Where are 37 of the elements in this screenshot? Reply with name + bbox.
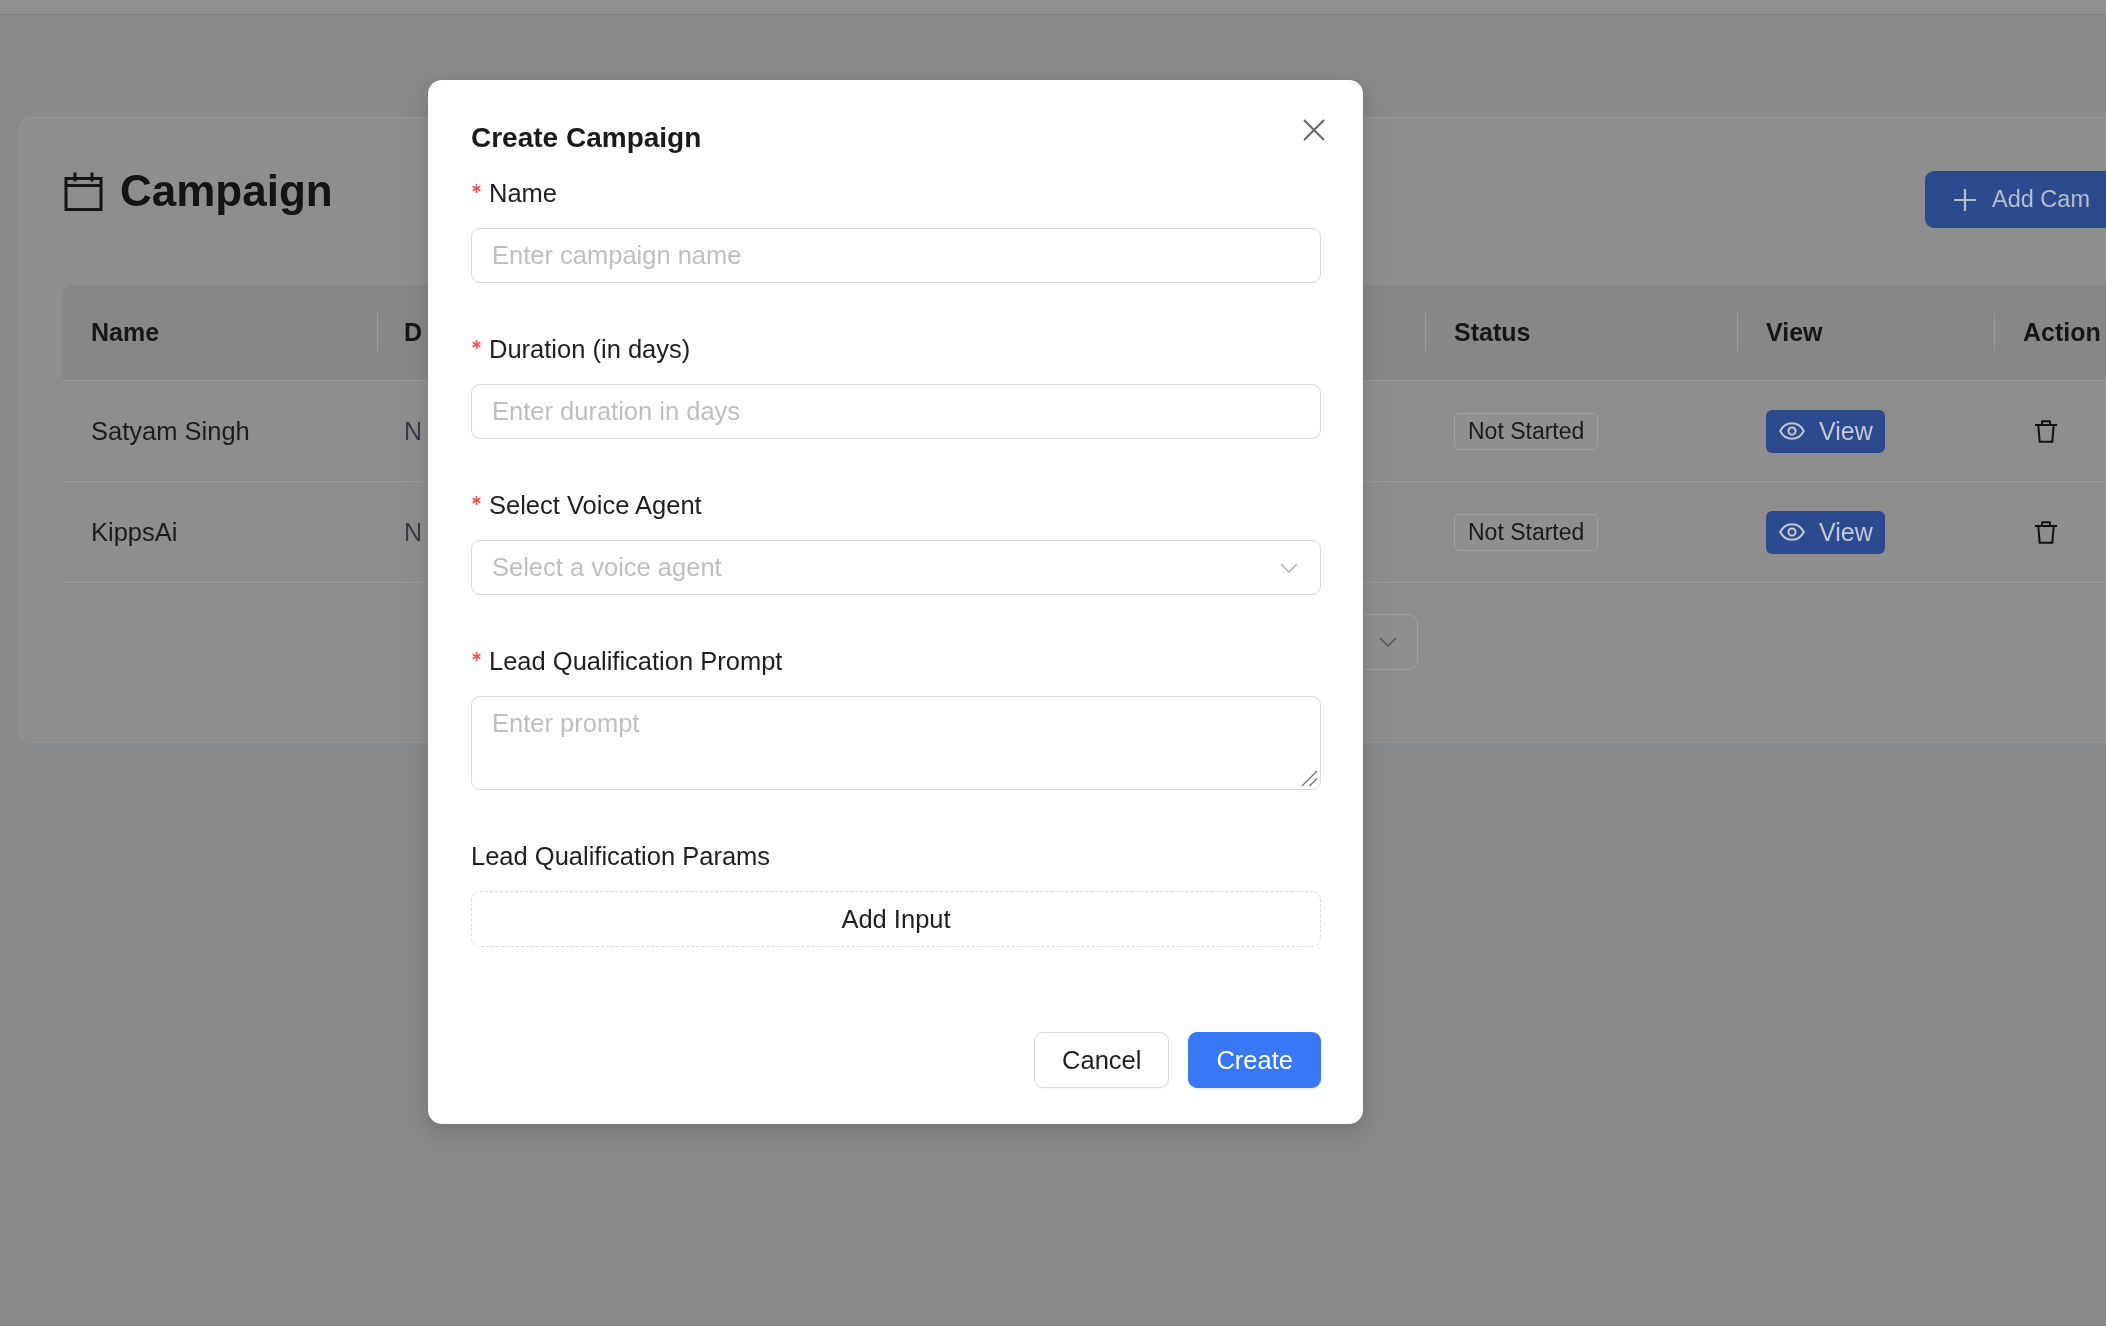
field-label: Duration (in days) <box>489 334 691 365</box>
field-label: Select Voice Agent <box>489 490 702 521</box>
page-title: Campaign <box>120 165 333 217</box>
clipped-text: N <box>404 416 423 445</box>
calendar-icon <box>64 171 103 211</box>
plus-icon <box>1954 188 1976 211</box>
campaign-name: Satyam Singh <box>91 416 250 445</box>
trash-icon[interactable] <box>2035 419 2057 443</box>
trash-icon[interactable] <box>2035 520 2057 544</box>
textarea-field[interactable]: Enter prompt <box>471 696 1321 790</box>
chevron-down-icon <box>1280 562 1298 573</box>
view-button[interactable]: View <box>1766 510 1885 554</box>
column-header: Name <box>91 318 160 346</box>
chevron-down-icon <box>1379 637 1397 647</box>
cancel-button[interactable]: Cancel <box>1034 1032 1170 1088</box>
campaign-name: KippsAi <box>91 517 178 546</box>
column-header: Status <box>1454 318 1531 346</box>
column-header: Action <box>2023 318 2101 346</box>
text-input[interactable]: Enter campaign name <box>471 228 1321 283</box>
eye-icon <box>1779 422 1805 440</box>
create-button[interactable]: Create <box>1188 1032 1321 1088</box>
view-button[interactable]: View <box>1766 409 1885 453</box>
eye-icon <box>1779 523 1805 541</box>
field-label: Lead Qualification Prompt <box>489 646 783 677</box>
field-label: Lead Qualification Params <box>471 841 771 872</box>
close-icon[interactable] <box>1303 119 1325 141</box>
column-header: D <box>404 318 423 346</box>
resize-handle-icon[interactable] <box>1301 770 1318 787</box>
clipped-text: N <box>404 517 423 546</box>
status-tag: Not Started <box>1454 412 1599 450</box>
add-button[interactable]: Add Cam <box>1925 171 2106 228</box>
dialog-title: Create Campaign <box>471 121 702 155</box>
field-label: Name <box>489 178 558 209</box>
column-header: View <box>1766 318 1823 346</box>
add-input-button[interactable]: Add Input <box>471 891 1321 947</box>
status-tag: Not Started <box>1454 513 1599 551</box>
text-input[interactable]: Enter duration in days <box>471 384 1321 439</box>
